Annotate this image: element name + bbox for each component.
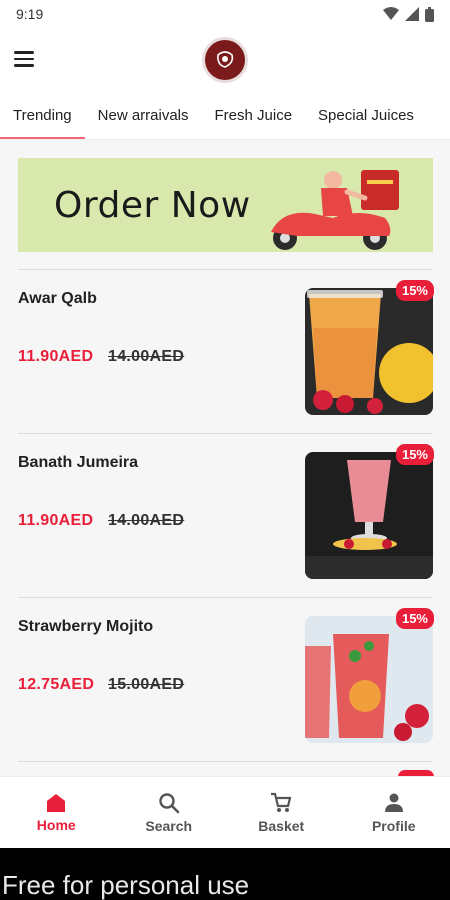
nav-search-label: Search (145, 817, 193, 834)
signal-icon (405, 7, 419, 21)
discount-badge: 15% (395, 608, 434, 629)
product-card[interactable]: Banath Jumeira 11.90AED 14.00AED 15% (18, 433, 434, 597)
nav-profile-label: Profile (371, 817, 416, 834)
product-old-price: 14.00AED (108, 348, 185, 365)
nav-search[interactable]: Search (113, 777, 226, 848)
product-price: 11.90AED (18, 348, 94, 365)
battery-icon (425, 6, 434, 22)
product-card[interactable] (18, 761, 434, 776)
tab-fresh-juice[interactable]: Fresh Juice (202, 92, 306, 139)
nav-profile[interactable]: Profile (338, 777, 450, 848)
status-icons (383, 6, 434, 22)
product-name: Strawberry Mojito (18, 618, 154, 635)
product-image[interactable] (305, 616, 433, 743)
search-icon (159, 792, 180, 813)
product-price: 12.75AED (18, 676, 95, 693)
nav-home-label: Home (36, 816, 76, 833)
status-bar: 9:19 (0, 0, 450, 28)
product-image[interactable] (305, 288, 433, 415)
bottom-navigation: Home Search Basket Profile (0, 776, 450, 848)
discount-badge: 15% (395, 444, 434, 465)
nav-basket[interactable]: Basket (225, 777, 338, 848)
product-name: Banath Jumeira (18, 454, 139, 471)
cart-icon (271, 792, 292, 812)
product-old-price: 15.00AED (108, 676, 185, 693)
product-card[interactable]: Awar Qalb 11.90AED 14.00AED 15% (18, 269, 434, 433)
nav-home[interactable]: Home (0, 777, 113, 848)
product-price: 11.90AED (18, 512, 94, 529)
home-icon (47, 793, 66, 812)
tab-trending[interactable]: Trending (0, 92, 85, 139)
banner-text: Order Now (54, 184, 251, 226)
tab-new-arrivals[interactable]: New arraivals (85, 92, 202, 139)
product-card[interactable]: Strawberry Mojito 12.75AED 15.00AED 15% (18, 597, 434, 761)
order-now-banner[interactable]: Order Now (18, 158, 433, 252)
tab-special-juices[interactable]: Special Juices (305, 92, 427, 139)
person-icon (384, 793, 403, 812)
wifi-icon (383, 7, 399, 20)
status-time: 9:19 (16, 6, 44, 22)
app-bar (0, 28, 450, 92)
product-name: Awar Qalb (18, 290, 97, 307)
nav-basket-label: Basket (258, 817, 305, 834)
category-tabs: Trending New arraivals Fresh Juice Speci… (0, 92, 450, 140)
discount-badge: 15% (395, 280, 434, 301)
product-list[interactable]: Order Now Awar Qalb 11.90AED 14.00AED 15… (0, 140, 450, 776)
delivery-scooter-icon (271, 170, 399, 250)
product-image[interactable] (305, 452, 433, 579)
watermark-text: Free for personal use (0, 848, 450, 900)
product-old-price: 14.00AED (108, 512, 185, 529)
brand-logo (202, 37, 248, 83)
menu-icon[interactable] (14, 46, 40, 72)
